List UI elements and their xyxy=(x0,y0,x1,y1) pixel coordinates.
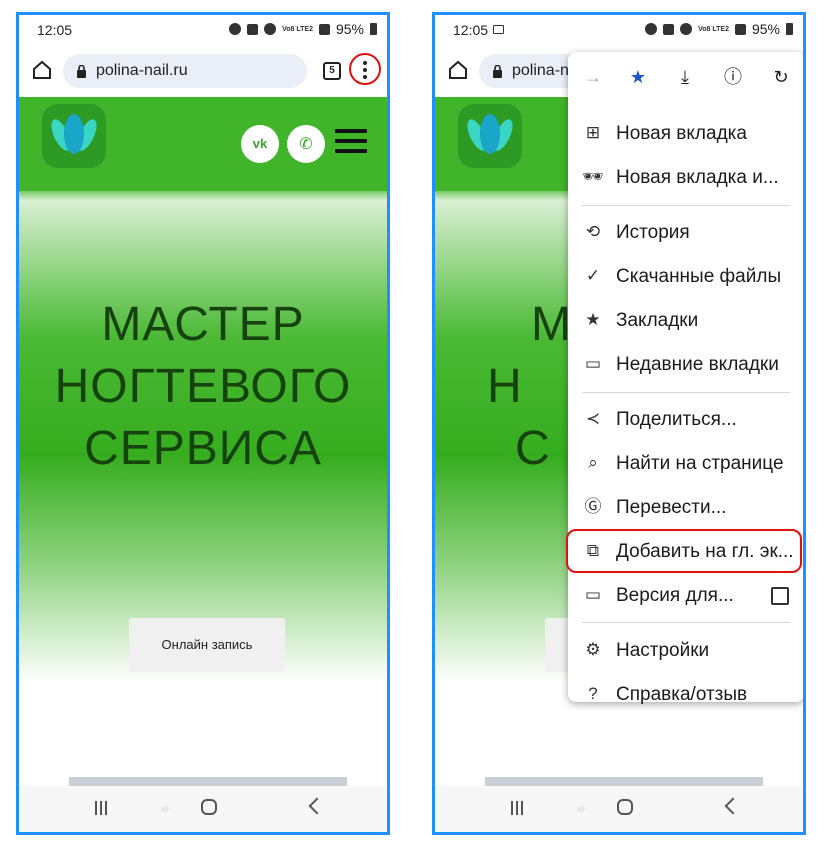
menu-item-new-tab[interactable]: ⊞ Новая вкладка xyxy=(568,111,803,155)
downloads-icon: ✓ xyxy=(585,266,601,285)
add-home-icon: ⧉ xyxy=(586,541,600,560)
battery-icon xyxy=(786,23,793,35)
browser-toolbar: polina-nail.ru 5 xyxy=(19,45,387,97)
recent-tabs-icon: ▭ xyxy=(584,354,602,373)
download-icon[interactable]: ⤓ xyxy=(674,66,696,88)
address-bar[interactable]: polina-nail.ru xyxy=(63,54,307,88)
info-icon[interactable]: ⓘ xyxy=(722,66,744,88)
menu-item-settings[interactable]: ⚙ Настройки xyxy=(568,628,803,672)
menu-divider xyxy=(582,205,790,206)
browser-menu-button[interactable] xyxy=(349,53,381,85)
menu-divider xyxy=(582,622,790,623)
forward-icon[interactable]: → xyxy=(582,66,604,88)
home-icon[interactable] xyxy=(447,59,469,81)
menu-item-new-incognito-tab[interactable]: 🕶 Новая вкладка и... xyxy=(568,155,803,199)
hero-title-line: СЕРВИСА xyxy=(84,422,322,475)
menu-item-downloads[interactable]: ✓ Скачанные файлы xyxy=(568,254,803,298)
recents-icon[interactable] xyxy=(95,801,111,815)
content-block xyxy=(485,777,763,786)
home-icon[interactable] xyxy=(31,59,53,81)
menu-item-find-in-page[interactable]: ⌕ Найти на странице xyxy=(568,441,803,485)
back-icon[interactable] xyxy=(308,797,326,815)
translate-icon: Ⓖ xyxy=(584,497,602,516)
battery-percent: 95% xyxy=(751,21,780,37)
status-bar: 12:05 Vo8 LTE2 95% xyxy=(435,15,803,45)
menu-item-translate[interactable]: Ⓖ Перевести... xyxy=(568,485,803,529)
mute-icon xyxy=(663,23,675,35)
online-booking-button[interactable]: Онлайн запись xyxy=(129,618,285,672)
menu-item-add-to-home-screen[interactable]: ⧉ Добавить на гл. эк... xyxy=(566,529,803,573)
nav-indicator xyxy=(161,806,169,812)
lock-icon xyxy=(77,64,86,78)
hero-title-line: МАСТЕР xyxy=(101,298,305,351)
desktop-icon: ▭ xyxy=(584,585,602,604)
phone-screen-right: 12:05 Vo8 LTE2 95% polina-nail.ru М Н С … xyxy=(432,12,806,835)
find-icon: ⌕ xyxy=(588,453,598,472)
network-label: Vo8 LTE2 xyxy=(282,25,313,33)
url-text: polina-nail.ru xyxy=(96,62,188,79)
menu-item-share[interactable]: ≺ Поделиться... xyxy=(568,397,803,441)
nav-indicator xyxy=(577,806,585,812)
site-header: vk ✆ xyxy=(19,97,387,191)
system-nav-bar xyxy=(19,786,387,832)
menu-item-history[interactable]: ⟲ История xyxy=(568,210,803,254)
desktop-site-checkbox[interactable] xyxy=(771,587,789,605)
hero-title-line: НОГТЕВОГО xyxy=(54,360,352,413)
wifi-icon xyxy=(264,23,277,35)
signal-icon xyxy=(318,23,330,35)
menu-item-bookmarks[interactable]: ★ Закладки xyxy=(568,298,803,342)
incognito-icon: 🕶 xyxy=(582,167,604,186)
menu-item-recent-tabs[interactable]: ▭ Недавние вкладки xyxy=(568,342,803,386)
content-block xyxy=(69,777,347,786)
mute-icon xyxy=(247,23,259,35)
share-icon: ≺ xyxy=(585,409,601,428)
help-icon: ? xyxy=(588,684,598,703)
settings-icon: ⚙ xyxy=(585,640,601,659)
browser-overflow-menu: → ★ ⤓ ⓘ ↻ ⊞ Новая вкладка 🕶 Новая вкладк… xyxy=(566,52,803,705)
reload-icon[interactable]: ↻ xyxy=(770,66,792,88)
bookmark-icon: ★ xyxy=(585,310,601,329)
status-time: 12:05 xyxy=(453,22,489,38)
site-logo[interactable] xyxy=(458,104,522,168)
tab-switcher-button[interactable]: 5 xyxy=(323,62,341,80)
menu-divider xyxy=(582,392,790,393)
back-icon[interactable] xyxy=(724,797,742,815)
alarm-icon xyxy=(645,23,658,35)
menu-action-row: → ★ ⤓ ⓘ ↻ xyxy=(568,52,803,102)
wifi-icon xyxy=(680,23,693,35)
vk-icon[interactable]: vk xyxy=(241,125,279,163)
site-logo[interactable] xyxy=(42,104,106,168)
new-tab-icon: ⊞ xyxy=(585,123,601,142)
star-icon[interactable]: ★ xyxy=(627,66,649,88)
hamburger-menu-icon[interactable] xyxy=(335,129,367,159)
home-nav-icon[interactable] xyxy=(617,799,633,815)
status-bar: 12:05 Vo8 LTE2 95% xyxy=(19,15,387,45)
alarm-icon xyxy=(229,23,242,35)
recents-icon[interactable] xyxy=(511,801,527,815)
battery-percent: 95% xyxy=(335,21,364,37)
history-icon: ⟲ xyxy=(585,222,601,241)
more-vert-icon xyxy=(363,61,367,82)
whatsapp-icon[interactable]: ✆ xyxy=(287,125,325,163)
status-time: 12:05 xyxy=(37,22,73,38)
gallery-icon xyxy=(493,25,504,34)
home-nav-icon[interactable] xyxy=(201,799,217,815)
lock-icon xyxy=(493,64,502,78)
network-label: Vo8 LTE2 xyxy=(698,25,729,33)
phone-screen-left: 12:05 Vo8 LTE2 95% polina-nail.ru 5 vk ✆… xyxy=(16,12,390,835)
signal-icon xyxy=(734,23,746,35)
menu-item-desktop-site[interactable]: ▭ Версия для... xyxy=(568,573,803,617)
system-nav-bar xyxy=(435,786,803,832)
menu-item-help-feedback[interactable]: ? Справка/отзыв xyxy=(568,672,803,716)
battery-icon xyxy=(370,23,377,35)
web-page: vk ✆ МАСТЕР НОГТЕВОГО СЕРВИСА Онлайн зап… xyxy=(19,97,387,786)
